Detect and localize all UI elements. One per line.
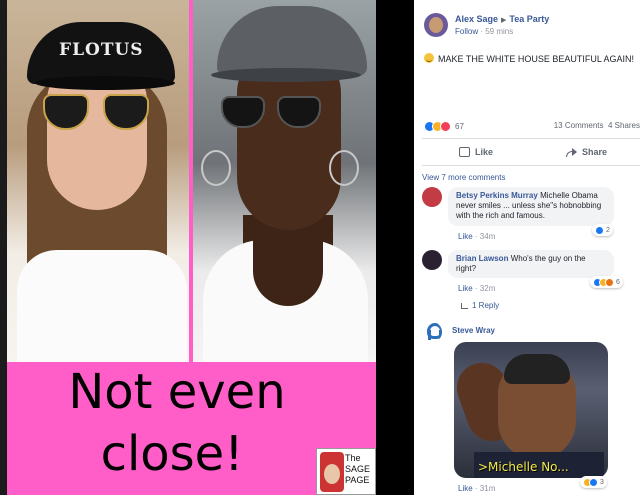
divider <box>422 165 640 166</box>
cap-brim <box>35 76 175 90</box>
comment-time[interactable]: 31m <box>480 484 496 493</box>
commenter-name[interactable]: Steve Wray <box>452 326 495 335</box>
caption-line-2: close! <box>100 426 244 482</box>
grey-cap <box>217 6 367 76</box>
comment-meta: Like · 32m <box>458 284 496 293</box>
post-time[interactable]: 59 mins <box>485 27 513 36</box>
shares-count[interactable]: 4 Shares <box>608 121 640 130</box>
comment-reactions[interactable]: 2 <box>592 224 613 236</box>
meme-image[interactable]: FLOTUS Not even close! The SAGE PAGE <box>0 0 376 495</box>
cap-text: FLOTUS <box>59 40 144 60</box>
like-reaction-icon <box>589 477 598 487</box>
comment-reactions[interactable]: 6 <box>590 276 623 288</box>
engagement-counts: 13 Comments 4 Shares <box>554 121 640 130</box>
comment-gif[interactable]: >Michelle No... <box>454 342 608 478</box>
like-reaction-icon <box>595 225 604 235</box>
post-meta: Follow · 59 mins <box>455 27 514 36</box>
commenter-name[interactable]: Brian Lawson <box>456 254 508 263</box>
reply-arrow-icon <box>461 302 468 309</box>
comment-like-link[interactable]: Like <box>458 284 473 293</box>
hoop-earring <box>329 150 359 186</box>
author-name[interactable]: Alex Sage <box>455 14 498 24</box>
smiley-emoji-icon <box>424 53 434 63</box>
commenter-avatar[interactable] <box>422 250 442 270</box>
commenter-avatar[interactable] <box>422 187 442 207</box>
cap-brim <box>211 68 361 82</box>
thumbs-up-icon <box>459 147 470 157</box>
share-arrow-icon <box>566 147 577 157</box>
arrow-right-icon: ▶ <box>501 17 507 24</box>
divider <box>422 138 640 139</box>
comment-time[interactable]: 34m <box>480 232 496 241</box>
post-header: Alex Sage ▶ Tea Party Follow · 59 mins <box>414 0 640 48</box>
comment-time[interactable]: 32m <box>480 284 496 293</box>
view-replies-link[interactable]: 1 Reply <box>461 301 499 310</box>
comments-count[interactable]: 13 Comments <box>554 121 604 130</box>
comment-like-link[interactable]: Like <box>458 232 473 241</box>
hair <box>504 354 570 384</box>
share-button[interactable]: Share <box>566 144 607 160</box>
comment-bubble: Betsy Perkins Murray Michelle Obama neve… <box>448 187 614 226</box>
hoop-earring <box>201 150 231 186</box>
reaction-count: 67 <box>455 121 464 131</box>
meme-canvas: FLOTUS Not even close! <box>7 0 376 495</box>
angry-reaction-icon <box>605 277 614 287</box>
author-avatar[interactable] <box>424 13 448 37</box>
post-text-content: MAKE THE WHITE HOUSE BEAUTIFUL AGAIN! <box>438 54 635 64</box>
like-button[interactable]: Like <box>459 144 493 160</box>
author-line: Alex Sage ▶ Tea Party <box>455 14 549 24</box>
view-more-comments-link[interactable]: View 7 more comments <box>422 173 505 182</box>
replies-label: 1 Reply <box>472 301 500 310</box>
logo-photo <box>320 452 344 492</box>
white-shirt <box>17 250 187 362</box>
commenter-avatar[interactable] <box>422 322 442 342</box>
group-name[interactable]: Tea Party <box>509 14 549 24</box>
reaction-summary[interactable]: 67 <box>424 119 464 133</box>
caption-line-1: Not even <box>68 364 286 420</box>
comment-meta: Like · 31m <box>458 484 496 493</box>
follow-link[interactable]: Follow <box>455 27 478 36</box>
comment-reaction-count: 6 <box>616 278 620 286</box>
commenter-name[interactable]: Betsy Perkins Murray <box>456 191 538 200</box>
photo-right <box>193 0 376 362</box>
blue-ribbon-icon <box>427 323 442 340</box>
share-label: Share <box>582 147 608 157</box>
facebook-post: Alex Sage ▶ Tea Party Follow · 59 mins MAK… <box>414 0 640 495</box>
comment-reactions[interactable]: 3 <box>580 476 607 488</box>
sage-page-logo: The SAGE PAGE <box>316 448 376 495</box>
post-text: MAKE THE WHITE HOUSE BEAUTIFUL AGAIN! <box>424 53 634 64</box>
comment-like-link[interactable]: Like <box>458 484 473 493</box>
comment-bubble: Brian Lawson Who's the guy on the right? <box>448 250 614 278</box>
logo-text: The SAGE PAGE <box>345 453 371 485</box>
comment-reaction-count: 3 <box>600 478 604 486</box>
like-label: Like <box>475 147 494 157</box>
gif-caption: >Michelle No... <box>478 460 569 474</box>
love-reaction-icon <box>440 120 451 132</box>
comment-reaction-count: 2 <box>606 226 610 234</box>
neckline <box>253 236 323 306</box>
comment-meta: Like · 34m <box>458 232 496 241</box>
photo-left: FLOTUS <box>7 0 189 362</box>
